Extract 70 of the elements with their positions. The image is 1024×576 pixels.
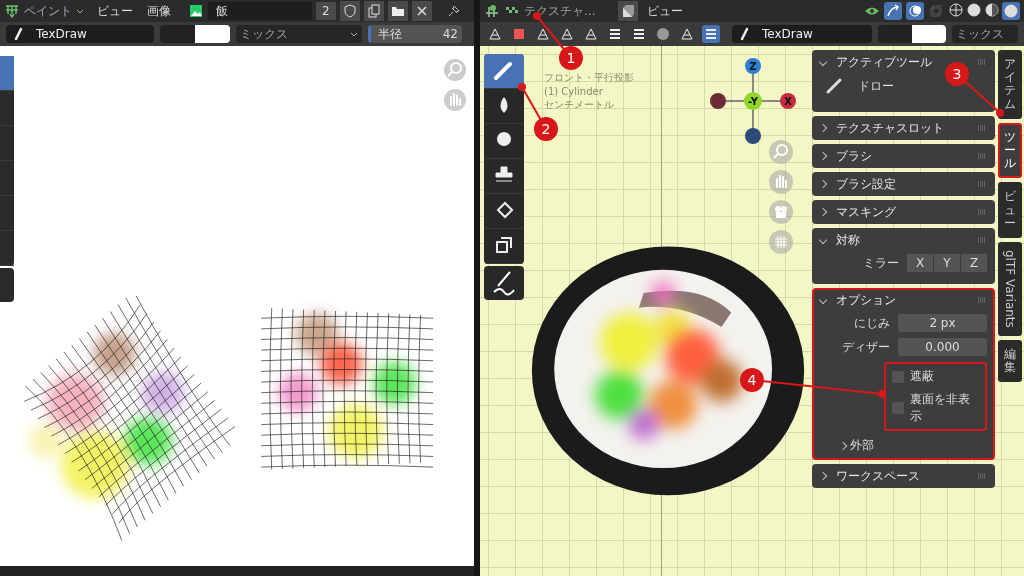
- grip-icon[interactable]: [977, 125, 987, 131]
- grip-icon[interactable]: [977, 297, 987, 303]
- image-name-field[interactable]: 飯: [208, 2, 312, 20]
- caret-icon: [76, 8, 84, 14]
- image-icon[interactable]: [188, 3, 204, 19]
- field-label: ディザー: [841, 338, 890, 356]
- shading-mode-icon[interactable]: [1002, 2, 1020, 20]
- color-swatch[interactable]: [877, 25, 946, 43]
- checkbox-label: 遮蔽: [910, 368, 934, 385]
- annotate-tool-button[interactable]: [484, 266, 524, 300]
- grip-icon[interactable]: [977, 237, 987, 243]
- active-tool-name: ドロー: [858, 77, 894, 95]
- axis-toggle[interactable]: Z: [961, 254, 987, 272]
- mirror-label: ミラー: [863, 254, 899, 272]
- brush-selector[interactable]: TexDraw: [732, 25, 872, 43]
- blend-dropdown[interactable]: ミックス: [236, 25, 362, 43]
- panel-header[interactable]: ワークスペース: [814, 466, 993, 486]
- cube-icon[interactable]: [618, 1, 638, 21]
- viewport-info-text: センチメートル: [544, 98, 615, 112]
- axis-toggle[interactable]: X: [907, 254, 933, 272]
- menu-item[interactable]: ビュー: [642, 2, 688, 20]
- field-label: にじみ: [853, 314, 890, 332]
- menu-item[interactable]: ビュー: [92, 2, 138, 20]
- color-swatch[interactable]: [160, 25, 230, 43]
- shading-mode-icon[interactable]: [966, 2, 982, 18]
- panel-header[interactable]: ブラシ設定: [814, 174, 993, 194]
- shading-mode-icon[interactable]: [948, 2, 964, 18]
- sidebar-tab[interactable]: アイテム: [998, 50, 1022, 119]
- axis-gizmo[interactable]: Z -Y X: [708, 56, 798, 146]
- grip-icon[interactable]: [977, 473, 987, 479]
- panel-header[interactable]: 対称: [814, 230, 993, 250]
- user-count[interactable]: 2: [316, 2, 336, 20]
- brush-icon: [824, 76, 844, 96]
- number-field[interactable]: 2 px: [898, 314, 987, 332]
- grip-icon[interactable]: [977, 181, 987, 187]
- sidebar-tab[interactable]: 編集: [998, 339, 1022, 383]
- mode-dropdown[interactable]: ペイント: [24, 2, 88, 20]
- tool-option-icon[interactable]: [654, 25, 672, 43]
- copy-icon[interactable]: [363, 1, 384, 21]
- grip-icon[interactable]: [977, 153, 987, 159]
- panel-header[interactable]: ブラシ: [814, 146, 993, 166]
- checkbox-label: 裏面を非表示: [909, 391, 971, 425]
- menu-item[interactable]: 画像: [142, 2, 176, 20]
- panel-header[interactable]: オプション: [814, 290, 993, 310]
- sidebar-tab[interactable]: glTF Variants: [998, 241, 1022, 336]
- editor-type-icon[interactable]: [484, 3, 500, 19]
- gizmo-toggle-icon[interactable]: [884, 2, 902, 20]
- number-field[interactable]: 0.000: [898, 338, 987, 356]
- sidebar-tab[interactable]: ツール: [998, 122, 1022, 179]
- subpanel-header[interactable]: 外部: [820, 437, 987, 454]
- brush-icon[interactable]: [484, 54, 524, 89]
- shield-icon[interactable]: [339, 1, 360, 21]
- overlay-toggle-icon[interactable]: [906, 2, 924, 20]
- folder-icon[interactable]: [387, 1, 408, 21]
- axis-toggle[interactable]: Y: [934, 254, 960, 272]
- radius-slider[interactable]: 半径 42: [368, 25, 462, 43]
- grip-icon[interactable]: [977, 59, 987, 65]
- caret-icon: [350, 31, 358, 37]
- grip-icon[interactable]: [977, 209, 987, 215]
- sidebar-tab[interactable]: ビュー: [998, 182, 1022, 238]
- viewport-info-text: (1) Cylinder: [544, 86, 604, 97]
- panel-header[interactable]: テクスチャスロット: [814, 118, 993, 138]
- viewport-info-text: フロント・平行投影: [544, 71, 634, 85]
- tool-option-icon[interactable]: [702, 25, 720, 43]
- close-icon[interactable]: [411, 1, 432, 21]
- editor-type-icon[interactable]: [4, 3, 20, 19]
- brush-selector[interactable]: TexDraw: [6, 25, 154, 43]
- shading-mode-icon[interactable]: [984, 2, 1000, 18]
- panel-header[interactable]: マスキング: [814, 202, 993, 222]
- blend-dropdown[interactable]: ミックス: [951, 25, 1018, 43]
